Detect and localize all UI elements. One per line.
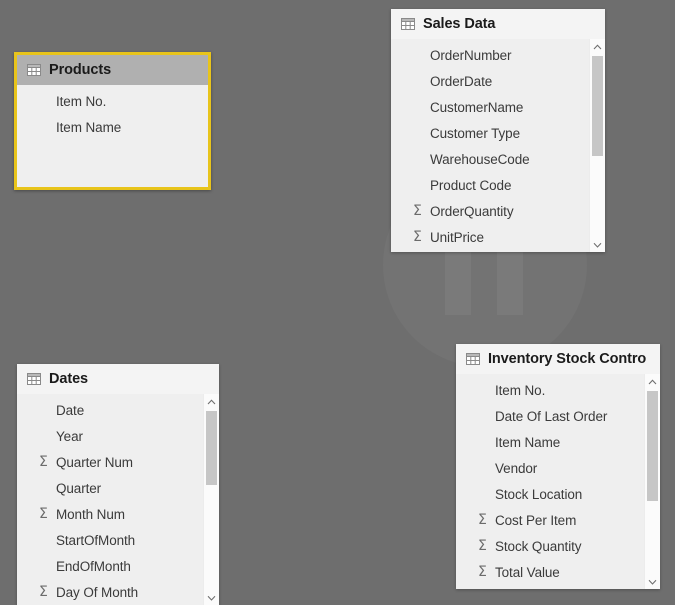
field-row[interactable]: Σ Date bbox=[17, 397, 219, 423]
scrollbar-dates[interactable] bbox=[203, 394, 219, 605]
table-grid-icon bbox=[466, 353, 480, 365]
field-row[interactable]: Σ Customer Type bbox=[391, 120, 605, 146]
sigma-icon: Σ bbox=[478, 538, 487, 554]
field-label: Quarter Num bbox=[56, 454, 133, 470]
field-label: Product Code bbox=[430, 177, 512, 193]
field-row[interactable]: Σ Day Of Month bbox=[17, 579, 219, 605]
field-row[interactable]: Σ WarehouseCode bbox=[391, 146, 605, 172]
table-grid-icon bbox=[27, 64, 41, 76]
field-row[interactable]: Σ Year bbox=[17, 423, 219, 449]
field-row[interactable]: Σ Item No. bbox=[17, 88, 208, 114]
sigma-icon: Σ bbox=[478, 564, 487, 580]
sigma-icon: Σ bbox=[39, 584, 48, 600]
field-row[interactable]: Σ Vendor bbox=[456, 455, 660, 481]
chevron-up-icon[interactable] bbox=[645, 374, 660, 389]
field-row[interactable]: Σ OrderQuantity bbox=[391, 198, 605, 224]
field-label: Customer Type bbox=[430, 125, 520, 141]
table-card-dates[interactable]: Dates Σ Date Σ Year Σ Quarter Num Σ Quar… bbox=[17, 364, 219, 605]
field-row[interactable]: Σ Item No. bbox=[456, 377, 660, 403]
sigma-icon: Σ bbox=[39, 506, 48, 522]
field-row[interactable]: Σ Item Name bbox=[17, 114, 208, 140]
table-card-sales-data[interactable]: Sales Data Σ OrderNumber Σ OrderDate Σ C… bbox=[391, 9, 605, 252]
field-label: Item No. bbox=[56, 93, 107, 109]
table-header-dates[interactable]: Dates bbox=[17, 364, 219, 394]
field-row[interactable]: Σ OrderNumber bbox=[391, 42, 605, 68]
scroll-thumb[interactable] bbox=[592, 56, 603, 156]
field-label: Month Num bbox=[56, 506, 125, 522]
field-row[interactable]: Σ Quarter bbox=[17, 475, 219, 501]
field-label: Stock Location bbox=[495, 486, 583, 502]
sigma-icon: Σ bbox=[413, 229, 422, 245]
table-header-products[interactable]: Products bbox=[17, 55, 208, 85]
table-header-inventory-stock-control[interactable]: Inventory Stock Contro bbox=[456, 344, 660, 374]
field-label: Date Of Last Order bbox=[495, 408, 608, 424]
field-list-inventory-stock-control: Σ Item No. Σ Date Of Last Order Σ Item N… bbox=[456, 374, 660, 589]
field-label: Date bbox=[56, 402, 85, 418]
field-label: Vendor bbox=[495, 460, 538, 476]
table-card-inventory-stock-control[interactable]: Inventory Stock Contro Σ Item No. Σ Date… bbox=[456, 344, 660, 589]
field-list-products: Σ Item No. Σ Item Name bbox=[17, 85, 208, 187]
field-label: Cost Per Item bbox=[495, 512, 577, 528]
table-grid-icon bbox=[401, 18, 415, 30]
field-label: Day Of Month bbox=[56, 584, 139, 600]
field-label: OrderNumber bbox=[430, 47, 512, 63]
field-label: UnitPrice bbox=[430, 229, 484, 245]
field-row[interactable]: Σ Date Of Last Order bbox=[456, 403, 660, 429]
scrollbar-sales-data[interactable] bbox=[589, 39, 605, 252]
field-label: OrderQuantity bbox=[430, 203, 514, 219]
field-list-dates: Σ Date Σ Year Σ Quarter Num Σ Quarter Σ … bbox=[17, 394, 219, 605]
field-label: EndOfMonth bbox=[56, 558, 131, 574]
chevron-down-icon[interactable] bbox=[590, 237, 605, 252]
chevron-up-icon[interactable] bbox=[204, 394, 219, 409]
field-label: OrderDate bbox=[430, 73, 493, 89]
field-row[interactable]: Σ OrderDate bbox=[391, 68, 605, 94]
table-title-sales-data: Sales Data bbox=[423, 16, 496, 32]
field-row[interactable]: Σ Item Name bbox=[456, 429, 660, 455]
field-row[interactable]: Σ Total Value bbox=[456, 559, 660, 585]
field-row[interactable]: Σ Product Code bbox=[391, 172, 605, 198]
field-row[interactable]: Σ Stock Location bbox=[456, 481, 660, 507]
field-label: Item Name bbox=[56, 119, 122, 135]
field-label: Quarter bbox=[56, 480, 102, 496]
field-row[interactable]: Σ UnitPrice bbox=[391, 224, 605, 250]
field-label: Year bbox=[56, 428, 83, 444]
table-title-products: Products bbox=[49, 62, 112, 78]
scroll-thumb[interactable] bbox=[647, 391, 658, 501]
field-row[interactable]: Σ Stock Quantity bbox=[456, 533, 660, 559]
sigma-icon: Σ bbox=[413, 203, 422, 219]
field-row[interactable]: Σ StartOfMonth bbox=[17, 527, 219, 553]
sigma-icon: Σ bbox=[39, 454, 48, 470]
field-row[interactable]: Σ CustomerName bbox=[391, 94, 605, 120]
field-label: StartOfMonth bbox=[56, 532, 136, 548]
chevron-up-icon[interactable] bbox=[590, 39, 605, 54]
field-label: WarehouseCode bbox=[430, 151, 530, 167]
field-label: CustomerName bbox=[430, 99, 524, 115]
chevron-down-icon[interactable] bbox=[645, 574, 660, 589]
scroll-thumb[interactable] bbox=[206, 411, 217, 485]
chevron-down-icon[interactable] bbox=[204, 590, 219, 605]
scrollbar-inventory-stock-control[interactable] bbox=[644, 374, 660, 589]
field-label: Total Value bbox=[495, 564, 560, 580]
sigma-icon: Σ bbox=[478, 512, 487, 528]
table-title-inventory-stock-control: Inventory Stock Contro bbox=[488, 351, 647, 367]
table-card-products[interactable]: Products Σ Item No. Σ Item Name bbox=[14, 52, 211, 190]
field-row[interactable]: Σ Cost Per Item bbox=[456, 507, 660, 533]
field-label: Stock Quantity bbox=[495, 538, 582, 554]
field-row[interactable]: Σ Month Num bbox=[17, 501, 219, 527]
table-grid-icon bbox=[27, 373, 41, 385]
table-header-sales-data[interactable]: Sales Data bbox=[391, 9, 605, 39]
field-row[interactable]: Σ Quarter Num bbox=[17, 449, 219, 475]
field-label: Item Name bbox=[495, 434, 561, 450]
table-title-dates: Dates bbox=[49, 371, 88, 387]
field-row[interactable]: Σ EndOfMonth bbox=[17, 553, 219, 579]
field-label: Item No. bbox=[495, 382, 546, 398]
field-list-sales-data: Σ OrderNumber Σ OrderDate Σ CustomerName… bbox=[391, 39, 605, 252]
